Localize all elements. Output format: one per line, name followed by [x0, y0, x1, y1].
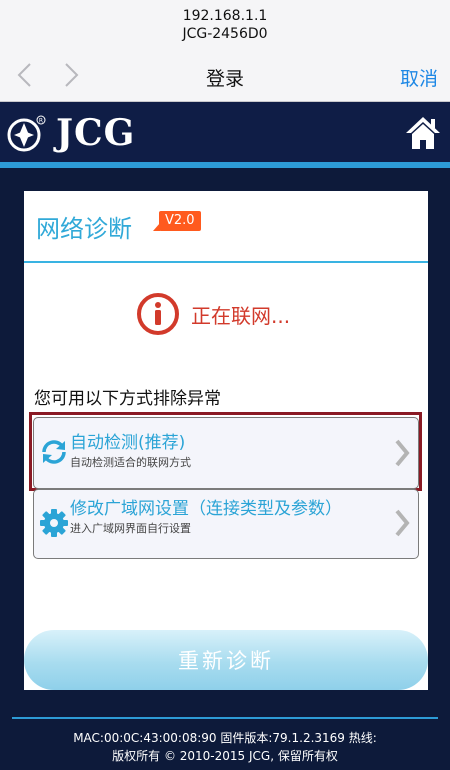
refresh-icon [42, 440, 66, 464]
chevron-right-icon [395, 509, 410, 537]
option-subtitle: 自动检测适合的联网方式 [70, 456, 191, 469]
status-text: 正在联网... [191, 304, 291, 328]
header-stripe [0, 162, 450, 168]
app-header: R JCG [0, 102, 450, 162]
wan-settings-option[interactable]: 修改广域网设置（连接类型及参数） 进入广域网界面自行设置 [33, 489, 419, 559]
diagnosis-card: 网络诊断 V2.0 正在联网... 您可用以下方式排除异常 自动检测(推荐) 自… [24, 191, 428, 690]
url-host[interactable]: 192.168.1.1 [0, 8, 450, 24]
chevron-right-icon [395, 439, 410, 467]
device-info: MAC:00:0C:43:00:08:90 固件版本:79.1.2.3169 热… [73, 731, 377, 745]
auto-detect-option[interactable]: 自动检测(推荐) 自动检测适合的联网方式 [33, 417, 419, 489]
copyright: 版权所有 © 2010-2015 JCG, 保留所有权 [112, 749, 338, 763]
cancel-button[interactable]: 取消 [400, 64, 438, 91]
browser-toolbar: 192.168.1.1 JCG-2456D0 登录 取消 [0, 0, 450, 102]
logo-text: JCG [56, 112, 136, 154]
option-title: 自动检测(推荐) [70, 433, 186, 453]
option-title: 修改广域网设置（连接类型及参数） [70, 499, 342, 519]
info-alert-icon [137, 293, 179, 335]
option-subtitle: 进入广域网界面自行设置 [70, 522, 191, 535]
jcg-logo-icon: R [7, 115, 46, 152]
version-badge: V2.0 [153, 211, 201, 231]
card-divider [24, 261, 428, 263]
svg-text:R: R [39, 118, 43, 125]
rediagnose-button[interactable]: 重新诊断 [24, 630, 428, 690]
home-icon[interactable] [404, 114, 442, 152]
footer-divider [12, 717, 438, 719]
troubleshoot-hint: 您可用以下方式排除异常 [34, 389, 221, 409]
card-title: 网络诊断 [36, 215, 132, 243]
page-title: JCG-2456D0 [182, 26, 268, 42]
nav-title: 登录 [205, 68, 244, 90]
gear-icon [40, 509, 68, 537]
